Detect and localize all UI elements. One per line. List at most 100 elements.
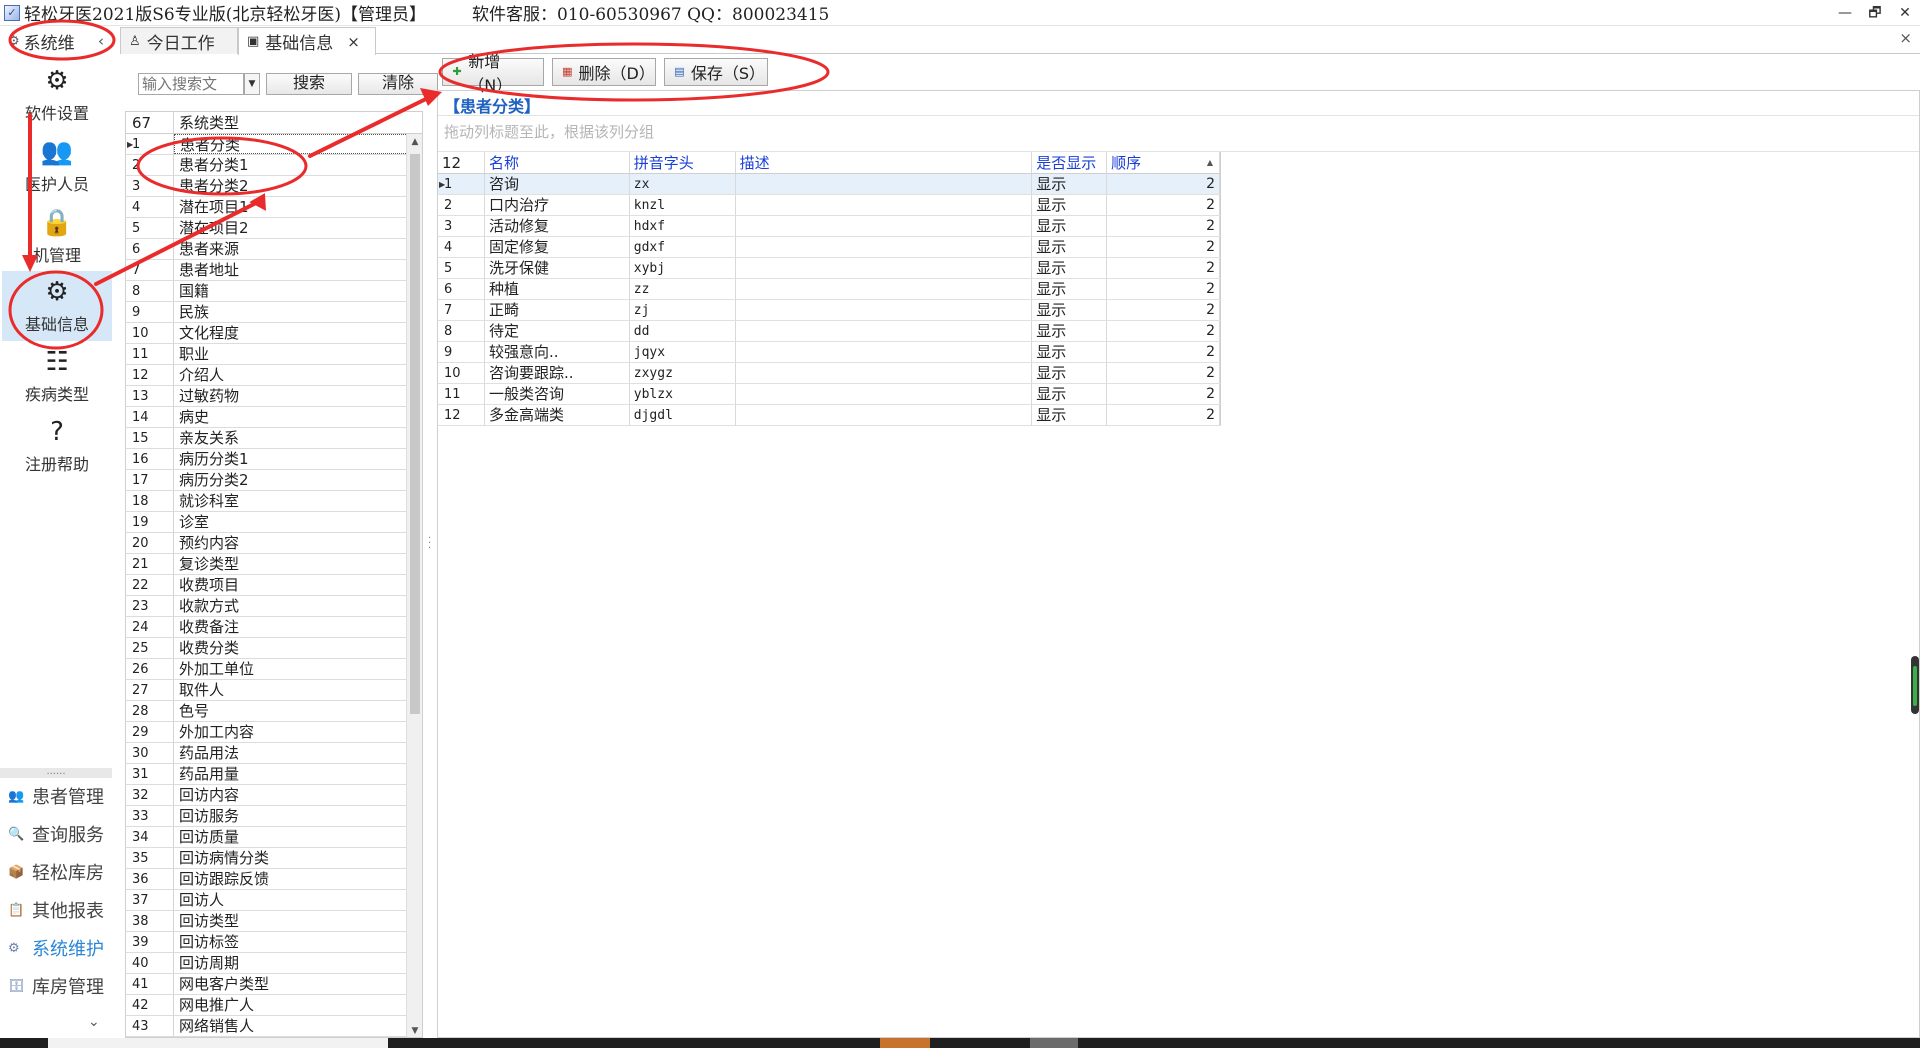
- detail-row[interactable]: ▶ 1 咨询 zx 显示 2: [438, 174, 1221, 195]
- cell-pinyin[interactable]: dd: [630, 321, 736, 341]
- type-row[interactable]: 31 药品用量: [126, 764, 408, 785]
- scroll-down-icon[interactable]: ▼: [407, 1023, 422, 1037]
- close-all-icon[interactable]: ×: [1899, 29, 1912, 47]
- type-row[interactable]: 13 过敏药物: [126, 386, 408, 407]
- cell-order[interactable]: 2: [1107, 195, 1220, 215]
- nav-item-2[interactable]: 🔒 机管理: [2, 202, 112, 272]
- cell-pinyin[interactable]: zx: [630, 174, 736, 194]
- col-header-name[interactable]: 名称: [485, 152, 630, 173]
- cell-visible[interactable]: 显示: [1032, 216, 1108, 236]
- nav-item-4[interactable]: ☷ 疾病类型: [2, 341, 112, 411]
- type-row[interactable]: ▶ 1 患者分类: [126, 134, 408, 155]
- type-row[interactable]: 21 复诊类型: [126, 554, 408, 575]
- type-row[interactable]: 18 就诊科室: [126, 491, 408, 512]
- detail-row[interactable]: 6 种植 zz 显示 2: [438, 279, 1221, 300]
- type-row[interactable]: 29 外加工内容: [126, 722, 408, 743]
- cell-pinyin[interactable]: yblzx: [630, 384, 736, 404]
- detail-row[interactable]: 9 较强意向.. jqyx 显示 2: [438, 342, 1221, 363]
- delete-button[interactable]: ▦ 删除（D）: [552, 58, 656, 86]
- cell-visible[interactable]: 显示: [1032, 300, 1108, 320]
- cell-order[interactable]: 2: [1107, 342, 1220, 362]
- cell-pinyin[interactable]: hdxf: [630, 216, 736, 236]
- type-row[interactable]: 26 外加工单位: [126, 659, 408, 680]
- tab-today-work[interactable]: ♙ 今日工作: [120, 27, 238, 54]
- type-list-scrollbar[interactable]: ▲ ▼: [406, 134, 422, 1037]
- cell-visible[interactable]: 显示: [1032, 195, 1108, 215]
- cell-order[interactable]: 2: [1107, 174, 1220, 194]
- detail-row[interactable]: 2 口内治疗 knzl 显示 2: [438, 195, 1221, 216]
- cell-pinyin[interactable]: djgdl: [630, 405, 736, 425]
- module-2[interactable]: 📦 轻松库房: [8, 855, 112, 889]
- type-row[interactable]: 11 职业: [126, 344, 408, 365]
- cell-name[interactable]: 多金高端类: [485, 405, 630, 425]
- module-0[interactable]: 👥 患者管理: [8, 779, 112, 813]
- nav-more-chevron-icon[interactable]: ⌄: [88, 1014, 100, 1030]
- panel-splitter[interactable]: · · ·: [426, 62, 436, 1038]
- type-row[interactable]: 25 收费分类: [126, 638, 408, 659]
- type-row[interactable]: 36 回访跟踪反馈: [126, 869, 408, 890]
- cell-name[interactable]: 咨询: [485, 174, 630, 194]
- type-row[interactable]: 16 病历分类1: [126, 449, 408, 470]
- cell-name[interactable]: 较强意向..: [485, 342, 630, 362]
- type-row[interactable]: 23 收款方式: [126, 596, 408, 617]
- type-row[interactable]: 8 国籍: [126, 281, 408, 302]
- nav-item-1[interactable]: 👥 医护人员: [2, 131, 112, 201]
- module-1[interactable]: 🔍 查询服务: [8, 817, 112, 851]
- type-row[interactable]: 17 病历分类2: [126, 470, 408, 491]
- tab-base-info[interactable]: ▣ 基础信息 ×: [238, 27, 376, 55]
- cell-order[interactable]: 2: [1107, 384, 1220, 404]
- search-input[interactable]: [138, 73, 244, 95]
- col-header-description[interactable]: 描述: [736, 152, 1033, 173]
- detail-row[interactable]: 11 一般类咨询 yblzx 显示 2: [438, 384, 1221, 405]
- cell-visible[interactable]: 显示: [1032, 405, 1108, 425]
- type-row[interactable]: 43 网络销售人: [126, 1016, 408, 1037]
- type-row[interactable]: 12 介绍人: [126, 365, 408, 386]
- type-row[interactable]: 27 取件人: [126, 680, 408, 701]
- cell-name[interactable]: 口内治疗: [485, 195, 630, 215]
- nav-item-5[interactable]: ? 注册帮助: [2, 411, 112, 481]
- cell-name[interactable]: 活动修复: [485, 216, 630, 236]
- col-header-visible[interactable]: 是否显示: [1032, 152, 1108, 173]
- cell-description[interactable]: [736, 384, 1033, 404]
- type-row[interactable]: 39 回访标签: [126, 932, 408, 953]
- cell-name[interactable]: 咨询要跟踪..: [485, 363, 630, 383]
- module-3[interactable]: 📋 其他报表: [8, 893, 112, 927]
- cell-name[interactable]: 待定: [485, 321, 630, 341]
- nav-item-3[interactable]: ⚙ 基础信息: [2, 271, 112, 341]
- detail-row[interactable]: 8 待定 dd 显示 2: [438, 321, 1221, 342]
- nav-item-0[interactable]: ⚙ 软件设置: [2, 60, 112, 130]
- cell-pinyin[interactable]: jqyx: [630, 342, 736, 362]
- detail-row[interactable]: 3 活动修复 hdxf 显示 2: [438, 216, 1221, 237]
- close-icon[interactable]: ✕: [1890, 0, 1920, 26]
- search-button[interactable]: 搜索: [266, 73, 352, 95]
- type-row[interactable]: 3 患者分类2: [126, 176, 408, 197]
- cell-visible[interactable]: 显示: [1032, 279, 1108, 299]
- cell-description[interactable]: [736, 363, 1033, 383]
- nav-header[interactable]: ⚙ 系统维 ‹: [4, 28, 110, 54]
- cell-order[interactable]: 2: [1107, 321, 1220, 341]
- type-row[interactable]: 6 患者来源: [126, 239, 408, 260]
- save-button[interactable]: ▤ 保存（S）: [664, 58, 768, 86]
- cell-order[interactable]: 2: [1107, 216, 1220, 236]
- cell-description[interactable]: [736, 405, 1033, 425]
- cell-visible[interactable]: 显示: [1032, 384, 1108, 404]
- nav-splitter[interactable]: ......: [0, 767, 112, 778]
- collapse-chevron-icon[interactable]: ‹: [98, 32, 104, 50]
- cell-name[interactable]: 一般类咨询: [485, 384, 630, 404]
- type-row[interactable]: 24 收费备注: [126, 617, 408, 638]
- floating-scroll-indicator[interactable]: [1911, 656, 1919, 714]
- group-by-hint[interactable]: 拖动列标题至此，根据该列分组: [444, 121, 654, 142]
- type-row[interactable]: 30 药品用法: [126, 743, 408, 764]
- type-column-title[interactable]: 系统类型: [174, 112, 422, 133]
- type-row[interactable]: 19 诊室: [126, 512, 408, 533]
- cell-order[interactable]: 2: [1107, 237, 1220, 257]
- cell-pinyin[interactable]: knzl: [630, 195, 736, 215]
- detail-row[interactable]: 4 固定修复 gdxf 显示 2: [438, 237, 1221, 258]
- module-5[interactable]: 🗄 库房管理: [8, 969, 112, 1003]
- minimize-icon[interactable]: —: [1830, 0, 1860, 26]
- cell-visible[interactable]: 显示: [1032, 363, 1108, 383]
- cell-name[interactable]: 正畸: [485, 300, 630, 320]
- cell-description[interactable]: [736, 300, 1033, 320]
- type-row[interactable]: 14 病史: [126, 407, 408, 428]
- type-row[interactable]: 42 网电推广人: [126, 995, 408, 1016]
